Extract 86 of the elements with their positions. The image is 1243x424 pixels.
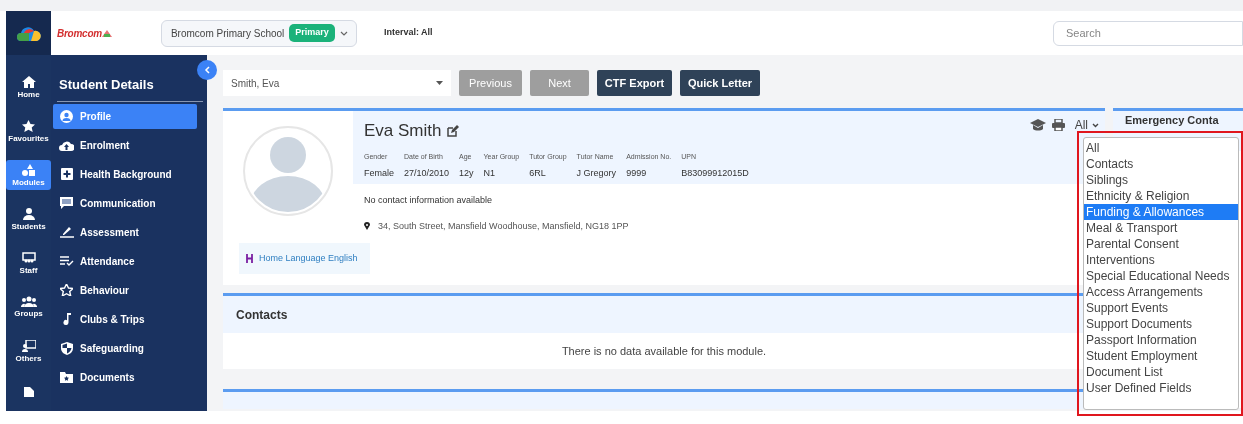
interval-label: Interval: All	[383, 26, 433, 40]
listbox-option[interactable]: Support Events	[1084, 300, 1238, 316]
nav-rail-item[interactable]: Home	[6, 72, 51, 102]
listbox-option[interactable]: User Defined Fields	[1084, 380, 1238, 396]
collapse-button[interactable]	[197, 60, 217, 80]
plus-square-icon	[60, 168, 73, 180]
print-icon[interactable]	[1051, 119, 1065, 131]
field-value: Female	[364, 167, 394, 180]
listbox-option[interactable]: Support Documents	[1084, 316, 1238, 332]
section-select[interactable]: All	[1074, 116, 1099, 134]
listbox-option[interactable]: Special Educational Needs	[1084, 268, 1238, 284]
field-value: J Gregory	[576, 167, 617, 180]
person-icon	[22, 207, 35, 220]
chat-icon	[60, 197, 73, 209]
home-icon	[21, 75, 36, 88]
sidebar-item[interactable]: Assessment	[53, 219, 197, 245]
address-text: 34, South Street, Mansfield Woodhouse, Mansfield, NG18 1PP	[378, 219, 629, 233]
field-value: 12y	[459, 167, 474, 180]
nav-rail-item[interactable]: Students	[6, 204, 51, 234]
cloud-upload-icon	[59, 139, 74, 151]
music-note-icon	[62, 313, 71, 325]
shapes-icon	[22, 163, 35, 176]
listbox-option[interactable]: Contacts	[1084, 156, 1238, 172]
sidebar-item[interactable]: Enrolment	[53, 132, 197, 158]
listbox-option[interactable]: Interventions	[1084, 252, 1238, 268]
sidebar-item[interactable]: Attendance	[53, 248, 197, 274]
sidebar-item[interactable]: Clubs & Trips	[53, 306, 197, 332]
field-value: 6RL	[529, 167, 547, 180]
star-icon	[60, 284, 73, 296]
field-value: 9999	[626, 167, 648, 180]
action-button[interactable]: CTF Export	[597, 70, 672, 96]
house-logo-icon	[101, 29, 112, 37]
listbox-option[interactable]: Meal & Transport	[1084, 220, 1238, 236]
action-button[interactable]: Quick Letter	[680, 70, 760, 96]
cloud-logo-icon	[16, 25, 41, 41]
listbox-option[interactable]: Passport Information	[1084, 332, 1238, 348]
nav-rail-item[interactable]: Favourites	[6, 116, 51, 146]
group-icon	[20, 296, 37, 307]
listbox-option[interactable]: All	[1084, 140, 1238, 156]
nav-rail-item[interactable]: Modules	[6, 160, 51, 190]
chevron-down-icon	[339, 30, 348, 36]
home-language-text: Home Language English	[259, 251, 358, 265]
brand-logo: Bromcom	[57, 26, 102, 41]
field-value: 27/10/2010	[404, 167, 450, 180]
nav-rail-item[interactable]: Groups	[6, 292, 51, 322]
school-type-badge: Primary	[289, 24, 335, 42]
listbox-option[interactable]: Siblings	[1084, 172, 1238, 188]
sidebar-item[interactable]: Safeguarding	[53, 335, 197, 361]
board-icon	[21, 251, 36, 264]
folder-icon	[60, 371, 73, 383]
sidebar-item[interactable]: Communication	[53, 190, 197, 216]
pen-icon	[59, 226, 74, 238]
field-value: B83099912015D	[681, 167, 749, 180]
listbox-option[interactable]: Parental Consent	[1084, 236, 1238, 252]
listbox-option[interactable]: Document List	[1084, 364, 1238, 380]
graduation-cap-icon[interactable]	[1029, 119, 1046, 131]
card-title: Emergency Conta	[1125, 114, 1219, 126]
search-field[interactable]: Search	[1053, 20, 1243, 46]
map-pin-icon	[364, 222, 370, 231]
edit-icon[interactable]	[447, 124, 460, 137]
field-value: N1	[483, 167, 497, 180]
sidebar-item[interactable]: Profile	[53, 103, 197, 129]
user-circle-icon	[60, 109, 73, 123]
presentation-icon	[21, 339, 36, 352]
student-name: Eva Smith	[364, 120, 442, 142]
sidebar-item[interactable]: Behaviour	[53, 277, 197, 303]
student-select[interactable]: Smith, Eva	[223, 70, 451, 96]
empty-message: There is no data available for this module.	[561, 343, 767, 359]
listbox-option[interactable]: Student Employment	[1084, 348, 1238, 364]
star-icon	[22, 119, 35, 132]
shield-icon	[60, 341, 73, 355]
chevron-left-icon	[204, 66, 210, 74]
sidebar-item[interactable]: Documents	[53, 364, 197, 390]
listbox-option[interactable]: Access Arrangements	[1084, 284, 1238, 300]
h-letter-icon	[246, 254, 253, 263]
listbox-option[interactable]: Funding & Allowances	[1084, 204, 1238, 220]
caret-down-icon	[436, 81, 443, 85]
card-title: Contacts	[236, 306, 288, 324]
document-icon	[23, 387, 34, 397]
nav-rail-item[interactable]: Others	[6, 336, 51, 366]
nav-rail-item[interactable]: Staff	[6, 248, 51, 278]
sidebar-item[interactable]: Health Background	[53, 161, 197, 187]
listbox-option[interactable]: Ethnicity & Religion	[1084, 188, 1238, 204]
school-selector[interactable]: Bromcom Primary School Primary	[160, 19, 357, 47]
chevron-down-icon	[1092, 122, 1099, 128]
checklist-icon	[59, 256, 74, 266]
